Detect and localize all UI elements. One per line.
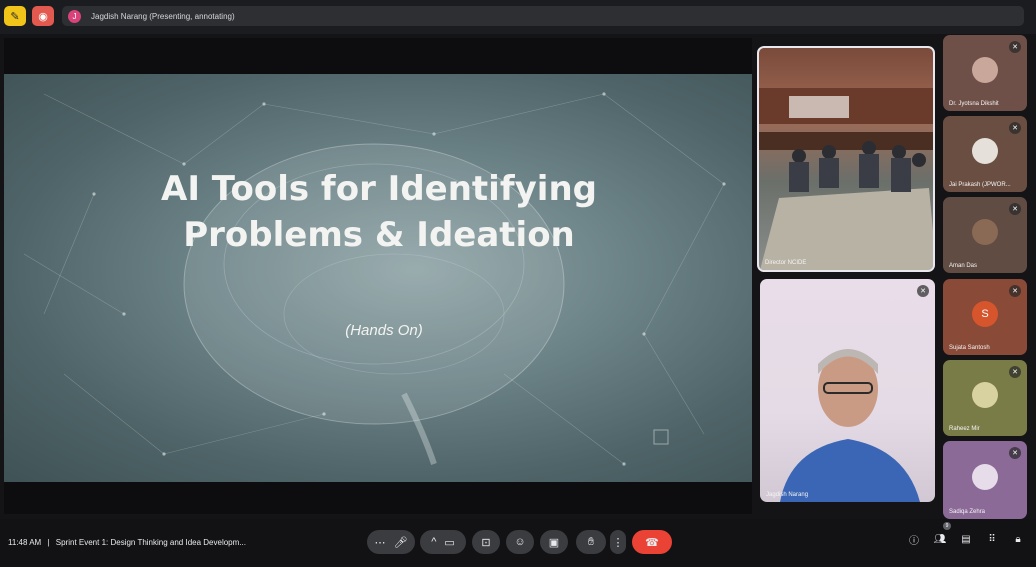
camera-control[interactable]: ^ ▭ <box>420 530 466 554</box>
participant-name: Sujata Santosh <box>949 345 990 351</box>
hand-icon: ✋︎ <box>587 535 595 548</box>
presenter-avatar: J <box>68 9 81 23</box>
bottom-toolbar: 11:48 AM | Sprint Event 1: Design Thinki… <box>0 519 1036 567</box>
presenter-status-bar[interactable]: J Jagdish Narang (Presenting, annotating… <box>62 6 1024 26</box>
presentation-slide: AI Tools for Identifying Problems & Idea… <box>4 74 752 482</box>
more-options-button[interactable]: ⋮ <box>610 530 626 554</box>
meeting-info: 11:48 AM | Sprint Event 1: Design Thinki… <box>8 538 246 547</box>
slide-title: AI Tools for Identifying Problems & Idea… <box>44 166 714 258</box>
presenter-status-text: Jagdish Narang (Presenting, annotating) <box>91 11 235 21</box>
pencil-icon[interactable]: ✎ <box>4 6 26 26</box>
participant-video-thumbnail <box>972 137 998 164</box>
end-call-button[interactable]: ☎ <box>632 530 672 554</box>
people-count-badge: 9 <box>943 522 951 530</box>
mic-off-icon: ✕ <box>1009 366 1021 378</box>
mic-off-icon: ✕ <box>1009 122 1021 134</box>
participant-tile-presenter[interactable]: ✕ Jagdish Narang <box>760 279 935 502</box>
participant-tile[interactable]: S ✕ Sujata Santosh <box>943 279 1027 355</box>
participant-name: Jai Prakash (JPWOR... <box>949 182 1011 188</box>
present-button[interactable]: ▣ <box>540 530 568 554</box>
mic-off-icon: ✕ <box>1009 203 1021 215</box>
more-vert-icon: ⋮ <box>612 536 624 549</box>
participant-name: Aman Das <box>949 263 978 269</box>
captions-icon: ⊡ <box>481 536 491 549</box>
participant-video-thumbnail <box>972 56 998 83</box>
info-icon[interactable]: ⓘ <box>907 532 921 547</box>
participant-tile[interactable]: ✕ Sadiqa Zehra <box>943 441 1027 519</box>
participant-video-thumbnail <box>972 381 998 408</box>
participant-tile[interactable]: ✕ Jai Prakash (JPWOR... <box>943 116 1027 192</box>
mic-off-icon: ✕ <box>1009 41 1021 53</box>
raise-hand-button[interactable]: ✋︎ <box>576 530 606 554</box>
camera-icon[interactable]: ▭ <box>444 536 454 549</box>
chevron-up-icon[interactable]: ^ <box>431 536 436 548</box>
presenter-video <box>780 349 920 502</box>
microphone-control[interactable]: ⋯ 🎤︎ <box>367 530 415 554</box>
participant-name: Sadiqa Zehra <box>949 509 986 515</box>
slide-title-line-2: Problems & Ideation <box>183 215 575 255</box>
participant-tile-director[interactable]: Director NCIDE <box>757 46 935 272</box>
mic-off-icon: ✕ <box>917 285 929 297</box>
meeting-time: 11:48 AM <box>8 538 42 547</box>
mic-off-icon: ✕ <box>1009 285 1021 297</box>
participant-name: Dr. Jyotsna Dikshit <box>949 101 999 107</box>
meeting-title: Sprint Event 1: Design Thinking and Idea… <box>55 538 246 547</box>
participant-video-thumbnail <box>972 218 998 245</box>
mic-off-icon: ✕ <box>1009 447 1021 459</box>
chat-icon[interactable]: ▤ <box>959 532 973 546</box>
captions-button[interactable]: ⊡ <box>472 530 500 554</box>
participant-name: Jagdish Narang <box>766 492 809 498</box>
participant-video-thumbnail <box>972 463 998 490</box>
participant-name: Director NCIDE <box>765 260 807 266</box>
lock-icon[interactable]: 🔒︎ <box>1011 532 1025 546</box>
end-call-icon: ☎ <box>645 536 659 549</box>
people-icon[interactable]: 👥︎ <box>933 532 947 546</box>
more-options-icon[interactable]: ⋯ <box>375 536 386 549</box>
slide-title-line-1: AI Tools for Identifying <box>161 169 597 209</box>
participant-tile[interactable]: ✕ Aman Das <box>943 197 1027 273</box>
brain-network-graphic <box>23 92 726 466</box>
present-icon: ▣ <box>548 536 560 549</box>
slide-subtitle: (Hands On) <box>345 322 423 339</box>
microphone-icon[interactable]: 🎤︎ <box>394 536 408 549</box>
emoji-icon: ☺ <box>514 536 526 548</box>
participant-avatar: S <box>972 300 998 327</box>
record-icon[interactable]: ◉ <box>32 6 54 26</box>
emoji-button[interactable]: ☺ <box>506 530 534 554</box>
meeting-info-separator: | <box>47 538 50 547</box>
activities-icon[interactable]: ⠿ <box>985 532 999 546</box>
top-bar: ✎ ◉ J Jagdish Narang (Presenting, annota… <box>0 0 1036 34</box>
participant-tile[interactable]: ✕ Dr. Jyotsna Dikshit <box>943 35 1027 111</box>
conference-room-video <box>759 88 933 270</box>
participant-name: Raheez Mir <box>949 426 980 432</box>
participant-tile[interactable]: ✕ Raheez Mir <box>943 360 1027 436</box>
